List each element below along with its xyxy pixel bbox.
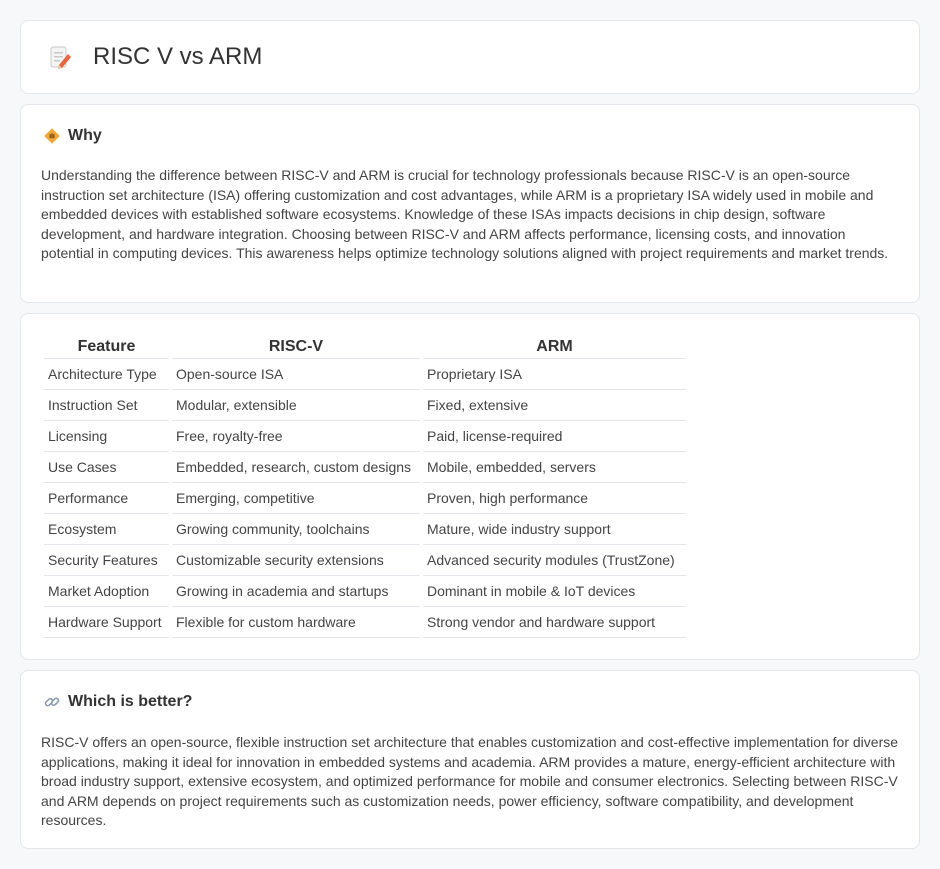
feature-cell: Instruction Set bbox=[44, 390, 169, 421]
feature-cell: Ecosystem bbox=[44, 514, 169, 545]
header-risc-v: RISC-V bbox=[172, 336, 420, 359]
feature-cell: Architecture Type bbox=[44, 359, 169, 390]
title-card: RISC V vs ARM bbox=[20, 20, 920, 94]
feature-cell: Hardware Support bbox=[44, 607, 169, 638]
risc-v-cell: Embedded, research, custom designs bbox=[172, 452, 420, 483]
arm-cell: Advanced security modules (TrustZone) bbox=[423, 545, 686, 576]
table-row: Market Adoption Growing in academia and … bbox=[44, 576, 686, 607]
feature-cell: Performance bbox=[44, 483, 169, 514]
diamond-signal-icon bbox=[43, 127, 61, 145]
better-text: RISC-V offers an open-source, flexible i… bbox=[41, 734, 899, 829]
why-heading: Why bbox=[68, 127, 102, 144]
comparison-card: Feature RISC-V ARM Architecture Type Ope… bbox=[20, 313, 920, 660]
arm-cell: Proprietary ISA bbox=[423, 359, 686, 390]
document-pencil-icon bbox=[47, 44, 73, 70]
risc-v-cell: Free, royalty-free bbox=[172, 421, 420, 452]
table-row: Hardware Support Flexible for custom har… bbox=[44, 607, 686, 638]
risc-v-cell: Flexible for custom hardware bbox=[172, 607, 420, 638]
arm-cell: Dominant in mobile & IoT devices bbox=[423, 576, 686, 607]
risc-v-cell: Growing community, toolchains bbox=[172, 514, 420, 545]
feature-cell: Licensing bbox=[44, 421, 169, 452]
risc-v-cell: Growing in academia and startups bbox=[172, 576, 420, 607]
which-is-better-card: Which is better? RISC-V offers an open-s… bbox=[20, 670, 920, 849]
table-row: Licensing Free, royalty-free Paid, licen… bbox=[44, 421, 686, 452]
arm-cell: Mobile, embedded, servers bbox=[423, 452, 686, 483]
link-icon bbox=[43, 693, 61, 711]
arm-cell: Mature, wide industry support bbox=[423, 514, 686, 545]
arm-cell: Fixed, extensive bbox=[423, 390, 686, 421]
better-heading: Which is better? bbox=[68, 693, 193, 710]
risc-v-cell: Customizable security extensions bbox=[172, 545, 420, 576]
feature-cell: Security Features bbox=[44, 545, 169, 576]
table-row: Performance Emerging, competitive Proven… bbox=[44, 483, 686, 514]
risc-v-cell: Open-source ISA bbox=[172, 359, 420, 390]
arm-cell: Strong vendor and hardware support bbox=[423, 607, 686, 638]
header-feature: Feature bbox=[44, 336, 169, 359]
why-card: Why Understanding the difference between… bbox=[20, 104, 920, 303]
table-row: Architecture Type Open-source ISA Propri… bbox=[44, 359, 686, 390]
table-header-row: Feature RISC-V ARM bbox=[44, 336, 686, 359]
better-heading-row: Which is better? bbox=[43, 693, 192, 711]
page-title: RISC V vs ARM bbox=[93, 43, 263, 70]
comparison-table: Feature RISC-V ARM Architecture Type Ope… bbox=[41, 336, 689, 638]
table-row: Instruction Set Modular, extensible Fixe… bbox=[44, 390, 686, 421]
risc-v-cell: Modular, extensible bbox=[172, 390, 420, 421]
title-row: RISC V vs ARM bbox=[21, 21, 919, 93]
table-row: Ecosystem Growing community, toolchains … bbox=[44, 514, 686, 545]
arm-cell: Paid, license-required bbox=[423, 421, 686, 452]
table-row: Security Features Customizable security … bbox=[44, 545, 686, 576]
table-row: Use Cases Embedded, research, custom des… bbox=[44, 452, 686, 483]
why-text: Understanding the difference between RIS… bbox=[41, 167, 889, 262]
why-heading-row: Why bbox=[43, 127, 102, 145]
feature-cell: Market Adoption bbox=[44, 576, 169, 607]
risc-v-cell: Emerging, competitive bbox=[172, 483, 420, 514]
header-arm: ARM bbox=[423, 336, 686, 359]
arm-cell: Proven, high performance bbox=[423, 483, 686, 514]
feature-cell: Use Cases bbox=[44, 452, 169, 483]
